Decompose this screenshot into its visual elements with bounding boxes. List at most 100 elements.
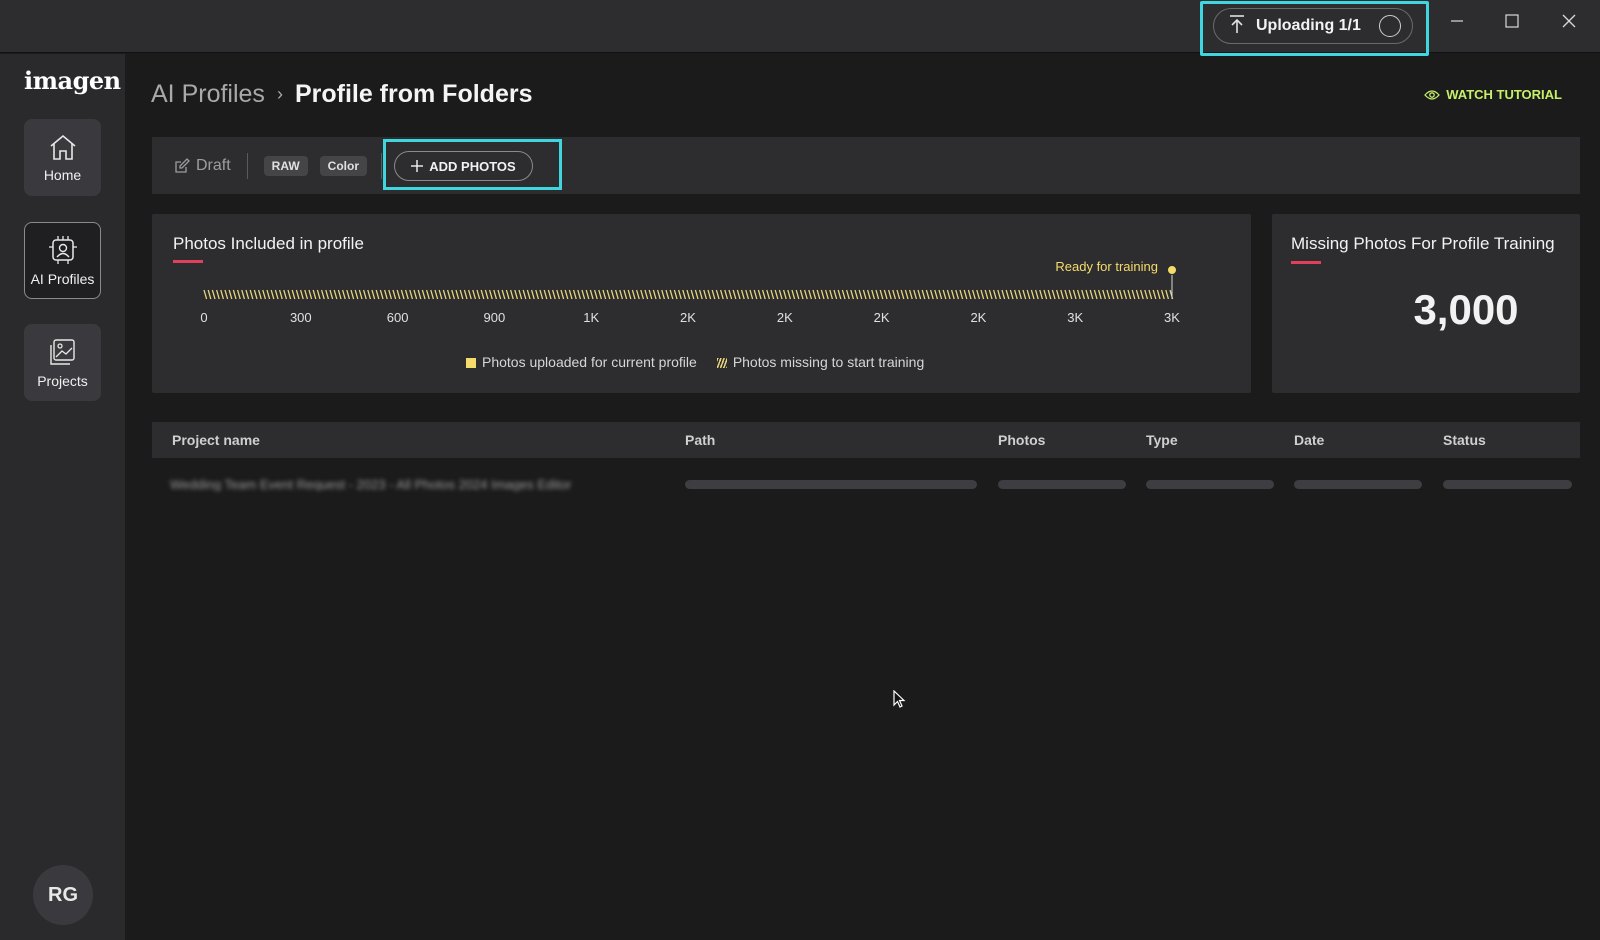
missing-bar-hatch bbox=[929, 289, 934, 300]
missing-bar-hatch bbox=[1148, 289, 1153, 300]
missing-bar-hatch bbox=[1072, 289, 1077, 300]
legend-label-uploaded: Photos uploaded for current profile bbox=[482, 354, 697, 370]
missing-bar-hatch bbox=[1043, 289, 1048, 300]
missing-bar-hatch bbox=[791, 289, 796, 300]
missing-bar-hatch bbox=[535, 289, 540, 300]
missing-bar-hatch bbox=[871, 289, 876, 300]
missing-bar-hatch bbox=[862, 289, 867, 300]
missing-bar-hatch bbox=[438, 289, 443, 300]
x-tick-label: 1K bbox=[583, 310, 599, 325]
missing-bar-hatch bbox=[337, 289, 342, 300]
sidebar-item-home[interactable]: Home bbox=[24, 119, 101, 196]
table-row[interactable]: Wedding Team Event Request - 2023 - All … bbox=[152, 470, 1580, 500]
missing-bar-hatch bbox=[299, 289, 304, 300]
sidebar-item-ai-profiles[interactable]: AI Profiles bbox=[24, 222, 101, 299]
eye-icon bbox=[1424, 89, 1441, 100]
missing-bar-hatch bbox=[925, 289, 930, 300]
missing-bar-hatch bbox=[526, 289, 531, 300]
missing-bar-hatch bbox=[740, 289, 745, 300]
missing-bar-hatch bbox=[1055, 289, 1060, 300]
missing-bar-hatch bbox=[220, 289, 225, 300]
missing-bar-hatch bbox=[341, 289, 346, 300]
breadcrumb: AI Profiles › Profile from Folders bbox=[151, 80, 532, 109]
missing-bar-hatch bbox=[207, 289, 212, 300]
missing-bar-hatch bbox=[833, 289, 838, 300]
missing-bar-hatch bbox=[950, 289, 955, 300]
missing-bar-hatch bbox=[1106, 289, 1111, 300]
missing-bar-hatch bbox=[719, 289, 724, 300]
missing-bar-hatch bbox=[766, 289, 771, 300]
missing-bar-hatch bbox=[900, 289, 905, 300]
missing-bar-hatch bbox=[623, 289, 628, 300]
type-loading-placeholder bbox=[1146, 480, 1274, 489]
missing-bar-hatch bbox=[1005, 289, 1010, 300]
missing-bar-hatch bbox=[652, 289, 657, 300]
missing-bar-hatch bbox=[459, 289, 464, 300]
missing-bar-hatch bbox=[635, 289, 640, 300]
missing-bar-hatch bbox=[266, 289, 271, 300]
missing-bar-hatch bbox=[295, 289, 300, 300]
missing-bar-hatch bbox=[501, 289, 506, 300]
missing-bar-hatch bbox=[312, 289, 317, 300]
missing-bar-hatch bbox=[715, 289, 720, 300]
missing-bar-hatch bbox=[971, 289, 976, 300]
missing-bar-hatch bbox=[211, 289, 216, 300]
watch-tutorial-link[interactable]: WATCH TUTORIAL bbox=[1424, 87, 1562, 102]
missing-bar-hatch bbox=[224, 289, 229, 300]
divider bbox=[381, 152, 383, 179]
missing-bar-hatch bbox=[627, 289, 632, 300]
missing-bar-hatch bbox=[392, 289, 397, 300]
missing-bar-hatch bbox=[232, 289, 237, 300]
missing-bar-hatch bbox=[484, 289, 489, 300]
missing-bar-hatch bbox=[413, 289, 418, 300]
missing-bar-hatch bbox=[820, 289, 825, 300]
missing-bar-hatch bbox=[480, 289, 485, 300]
column-header-status[interactable]: Status bbox=[1443, 432, 1486, 448]
missing-bar-hatch bbox=[404, 289, 409, 300]
column-header-path[interactable]: Path bbox=[685, 432, 715, 448]
card-title: Missing Photos For Profile Training bbox=[1291, 234, 1555, 253]
breadcrumb-parent[interactable]: AI Profiles bbox=[151, 80, 265, 109]
missing-bar-hatch bbox=[686, 289, 691, 300]
maximize-button[interactable] bbox=[1492, 6, 1532, 36]
missing-bar-hatch bbox=[400, 289, 405, 300]
close-button[interactable] bbox=[1549, 6, 1589, 36]
missing-bar-hatch bbox=[837, 289, 842, 300]
sidebar-item-projects[interactable]: Projects bbox=[24, 324, 101, 401]
missing-bar-hatch bbox=[795, 289, 800, 300]
missing-bar-hatch bbox=[543, 289, 548, 300]
app-logo: imagen bbox=[24, 66, 121, 95]
tag-raw: RAW bbox=[263, 155, 308, 176]
add-photos-button[interactable]: ADD PHOTOS bbox=[394, 151, 533, 181]
minimize-button[interactable] bbox=[1437, 6, 1477, 36]
missing-bar-hatch bbox=[245, 289, 250, 300]
missing-bar-hatch bbox=[1139, 289, 1144, 300]
tag-color: Color bbox=[319, 155, 368, 176]
missing-bar-hatch bbox=[602, 289, 607, 300]
plus-icon bbox=[411, 160, 424, 172]
missing-bar-hatch bbox=[808, 289, 813, 300]
missing-bar-hatch bbox=[913, 289, 918, 300]
column-header-photos[interactable]: Photos bbox=[998, 432, 1045, 448]
missing-bar-hatch bbox=[896, 289, 901, 300]
column-header-date[interactable]: Date bbox=[1294, 432, 1324, 448]
user-avatar[interactable]: RG bbox=[33, 865, 93, 925]
missing-bar-hatch bbox=[539, 289, 544, 300]
missing-bar-hatch bbox=[875, 289, 880, 300]
missing-bar-hatch bbox=[1110, 289, 1115, 300]
draft-status: Draft bbox=[174, 157, 231, 175]
upload-status-button[interactable]: Uploading 1/1 bbox=[1213, 8, 1413, 44]
column-header-project-name[interactable]: Project name bbox=[172, 432, 260, 448]
card-title: Photos Included in profile bbox=[173, 234, 364, 253]
column-header-type[interactable]: Type bbox=[1146, 432, 1178, 448]
missing-photos-count: 3,000 bbox=[1413, 286, 1519, 333]
missing-bar-hatch bbox=[530, 289, 535, 300]
missing-bar-hatch bbox=[694, 289, 699, 300]
missing-bar-hatch bbox=[488, 289, 493, 300]
missing-bar-hatch bbox=[556, 289, 561, 300]
missing-bar-hatch bbox=[1127, 289, 1132, 300]
missing-bar-hatch bbox=[988, 289, 993, 300]
missing-bar-hatch bbox=[518, 289, 523, 300]
photos-loading-placeholder bbox=[998, 480, 1126, 489]
draft-label: Draft bbox=[196, 156, 231, 174]
